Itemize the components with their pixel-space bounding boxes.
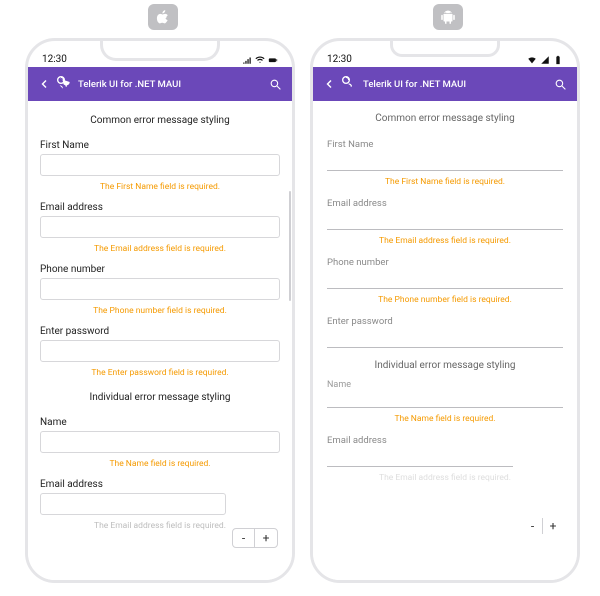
field-password: Enter password (313, 309, 577, 348)
ios-badge (148, 4, 178, 30)
field-first-name: First Name The First Name field is requi… (313, 132, 577, 191)
ios-time: 12:30 (42, 54, 67, 65)
stepper-plus[interactable]: + (543, 518, 563, 534)
field-password: Enter password The Enter password field … (28, 320, 292, 382)
ios-appbar: Telerik UI for .NET MAUI (28, 67, 292, 101)
ios-notch (100, 39, 220, 61)
stepper-minus[interactable]: - (233, 529, 255, 547)
section-title-individual: Individual error message styling (313, 348, 577, 375)
appbar-title: Telerik UI for .NET MAUI (78, 79, 266, 90)
label-password: Enter password (327, 312, 563, 330)
field-name: Name The Name field is required. (28, 411, 292, 473)
error-password: The Enter password field is required. (40, 362, 280, 382)
chevron-left-icon (323, 78, 335, 90)
battery-icon (268, 55, 278, 65)
field-email: Email address The Email address field is… (28, 196, 292, 258)
android-status-icons (527, 55, 563, 65)
fade-overlay (313, 554, 577, 580)
field-name: Name The Name field is required. (313, 375, 577, 428)
label-first-name: First Name (327, 135, 563, 153)
error-name: The Name field is required. (40, 453, 280, 473)
error-email2: The Email address field is required. (327, 467, 563, 487)
label-email2: Email address (40, 475, 280, 493)
section-title-common: Common error message styling (28, 105, 292, 134)
label-phone: Phone number (40, 260, 280, 278)
search-icon (269, 78, 282, 91)
error-first-name: The First Name field is required. (40, 176, 280, 196)
error-phone: The Phone number field is required. (40, 300, 280, 320)
stepper-minus[interactable]: - (523, 518, 543, 534)
field-phone: Phone number The Phone number field is r… (28, 258, 292, 320)
battery-icon (553, 55, 563, 65)
signal-icon (242, 55, 252, 65)
search-icon (554, 78, 567, 91)
back-button[interactable] (36, 78, 52, 90)
input-phone[interactable] (40, 278, 280, 300)
wifi-icon (527, 55, 537, 65)
label-email: Email address (40, 198, 280, 216)
label-email: Email address (327, 194, 563, 212)
stepper: - + (232, 528, 278, 548)
wifi-icon (255, 55, 265, 65)
input-email2[interactable] (40, 493, 226, 515)
input-first-name[interactable] (327, 153, 563, 171)
input-name[interactable] (327, 390, 563, 408)
error-first-name: The First Name field is required. (327, 171, 563, 191)
stepper: - + (523, 518, 563, 534)
error-email: The Email address field is required. (40, 238, 280, 258)
field-email: Email address The Email address field is… (313, 191, 577, 250)
input-email[interactable] (40, 216, 280, 238)
stepper-plus[interactable]: + (255, 529, 277, 547)
android-appbar: Telerik UI for .NET MAUI (313, 67, 577, 101)
input-email2[interactable] (327, 449, 513, 467)
input-name[interactable] (40, 431, 280, 453)
field-first-name: First Name The First Name field is requi… (28, 134, 292, 196)
label-name: Name (40, 413, 280, 431)
android-content: Common error message styling First Name … (313, 101, 577, 580)
back-button[interactable] (321, 78, 337, 90)
chevron-left-icon (38, 78, 50, 90)
field-phone: Phone number The Phone number field is r… (313, 250, 577, 309)
ios-status-icons (242, 55, 278, 65)
appbar-title: Telerik UI for .NET MAUI (363, 79, 551, 90)
telerik-logo-icon (341, 75, 359, 93)
input-email[interactable] (327, 212, 563, 230)
error-name: The Name field is required. (327, 408, 563, 428)
input-first-name[interactable] (40, 154, 280, 176)
input-phone[interactable] (327, 271, 563, 289)
label-name: Name (327, 378, 563, 390)
input-password[interactable] (327, 330, 563, 348)
scrollbar[interactable] (289, 191, 291, 301)
section-title-individual: Individual error message styling (28, 382, 292, 411)
android-time: 12:30 (327, 54, 352, 65)
label-email2: Email address (327, 431, 563, 449)
input-password[interactable] (40, 340, 280, 362)
search-button[interactable] (266, 78, 284, 91)
field-email2: Email address The Email address field is… (28, 473, 292, 535)
section-title-common: Common error message styling (313, 103, 577, 132)
error-phone: The Phone number field is required. (327, 289, 563, 309)
android-badge (433, 4, 463, 30)
field-email2: Email address The Email address field is… (313, 428, 577, 487)
search-button[interactable] (551, 78, 569, 91)
label-phone: Phone number (327, 253, 563, 271)
fade-overlay (28, 554, 292, 580)
android-phone-frame: 12:30 Telerik UI for .NET MAUI Common er… (310, 38, 580, 583)
label-password: Enter password (40, 322, 280, 340)
error-email: The Email address field is required. (327, 230, 563, 250)
ios-content: Common error message styling First Name … (28, 101, 292, 580)
telerik-logo-icon (56, 75, 74, 93)
apple-icon (154, 8, 172, 26)
android-notch (390, 39, 500, 57)
android-icon (439, 8, 457, 26)
ios-phone-frame: 12:30 Telerik UI for .NET MAUI Common er… (25, 38, 295, 583)
signal-icon (540, 55, 550, 65)
label-first-name: First Name (40, 136, 280, 154)
